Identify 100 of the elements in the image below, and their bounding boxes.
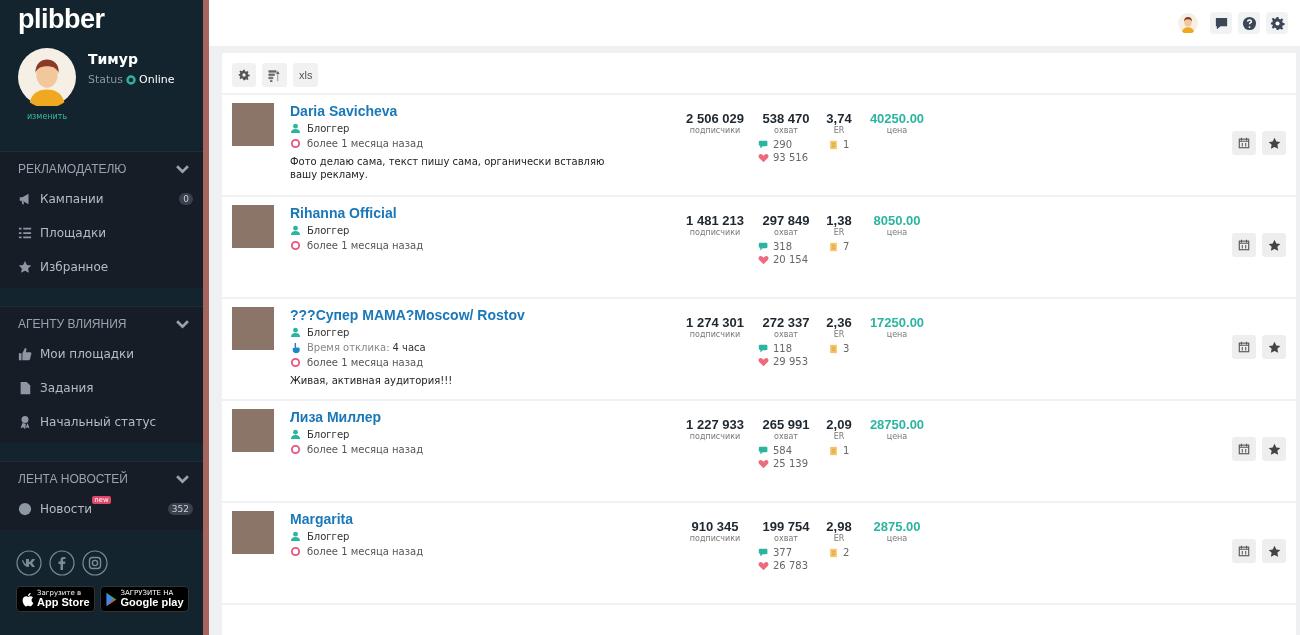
favorite-button[interactable] <box>1262 233 1286 257</box>
last-seen-text: более 1 месяца назад <box>307 444 424 455</box>
count-badge: 0 <box>179 193 193 205</box>
star-icon <box>18 260 32 274</box>
change-link[interactable]: изменить <box>26 112 68 121</box>
role-text: Блоггер <box>307 429 350 440</box>
facebook-icon[interactable] <box>49 550 75 576</box>
calendar-button[interactable] <box>1232 335 1256 359</box>
calendar-button[interactable] <box>1232 437 1256 461</box>
sort-button[interactable] <box>262 63 287 87</box>
menu-item[interactable]: Площадки <box>0 216 203 250</box>
settings-icon <box>1269 15 1285 31</box>
calendar-icon <box>1238 443 1250 455</box>
blogger-name-link[interactable]: Margarita <box>290 511 660 527</box>
person-icon <box>290 429 301 440</box>
favorite-button[interactable] <box>1262 131 1286 155</box>
stat-value: 1,38 <box>826 213 852 228</box>
blogger-name-link[interactable]: Лиза Миллер <box>290 409 660 425</box>
settings-button[interactable] <box>1266 12 1288 34</box>
likes-count: 20 154 <box>773 254 808 265</box>
comments-count: 290 <box>773 139 793 150</box>
stat-value: 2,09 <box>826 417 852 432</box>
stat-label: подписчики <box>689 432 741 441</box>
stat-value: 2875.00 <box>873 519 921 534</box>
favorite-button[interactable] <box>1262 437 1286 461</box>
online-status-icon <box>126 74 137 85</box>
stat-value: 1 274 301 <box>686 315 744 330</box>
person-icon <box>290 225 301 236</box>
stat-label: ER <box>833 228 845 237</box>
chevron-down-icon[interactable] <box>176 164 189 174</box>
stat-value: 40250.00 <box>869 111 925 126</box>
favorite-button[interactable] <box>1262 335 1286 359</box>
photo-placeholder <box>232 409 274 452</box>
stat-value: 2 506 029 <box>686 111 744 126</box>
stat-value: 265 991 <box>762 417 810 432</box>
speech-bubble-icon <box>758 241 769 252</box>
stat-label: цена <box>886 432 908 441</box>
photo-placeholder <box>232 205 274 248</box>
section-title[interactable]: ЛЕНТА НОВОСТЕЙ <box>18 472 128 486</box>
apple-icon <box>21 591 34 607</box>
response-time-label: Время отклика: <box>307 342 390 353</box>
blogger-name-link[interactable]: Rihanna Official <box>290 205 660 221</box>
stat-label: ER <box>833 330 845 339</box>
menu-item[interactable]: Начальный статус <box>0 405 203 439</box>
speech-bubble-icon <box>758 445 769 456</box>
settings-button[interactable] <box>232 63 256 87</box>
role-text: Блоггер <box>307 531 350 542</box>
chevron-down-icon[interactable] <box>176 319 189 329</box>
messages-button[interactable] <box>1210 12 1232 34</box>
stat-label: охват <box>774 432 798 441</box>
blogger-name-link[interactable]: Daria Savicheva <box>290 103 660 119</box>
person-icon <box>290 123 301 134</box>
award-icon <box>18 415 32 429</box>
export-button[interactable]: xls <box>293 63 319 87</box>
stat-label: охват <box>774 330 798 339</box>
menu-item[interactable]: Избранное <box>0 250 203 284</box>
calendar-button[interactable] <box>1232 539 1256 563</box>
menu-item[interactable]: Задания <box>0 371 203 405</box>
stat-label: цена <box>886 330 908 339</box>
section-title[interactable]: АГЕНТУ ВЛИЯНИЯ <box>18 317 127 331</box>
calendar-button[interactable] <box>1232 131 1256 155</box>
speech-bubble-icon <box>1213 15 1229 31</box>
calendar-icon <box>1238 239 1250 251</box>
user-avatar-icon[interactable] <box>18 48 76 106</box>
description-text: Фото делаю сама, текст пишу сама, органически вставляю вашу рекламу. <box>290 155 606 181</box>
heart-icon <box>758 356 769 367</box>
stat-value: 538 470 <box>762 111 810 126</box>
ring-icon <box>290 546 301 557</box>
post-icon <box>828 343 839 354</box>
stat-value: 199 754 <box>762 519 810 534</box>
chevron-down-icon[interactable] <box>176 474 189 484</box>
stat-label: охват <box>774 228 798 237</box>
stat-label: цена <box>886 534 908 543</box>
section-title[interactable]: РЕКЛАМОДАТЕЛЮ <box>18 162 127 176</box>
stat-value: 297 849 <box>762 213 810 228</box>
photo-placeholder <box>232 307 274 350</box>
count-badge: 352 <box>167 503 193 515</box>
calendar-button[interactable] <box>1232 233 1256 257</box>
play-triangle-icon <box>104 591 118 607</box>
post-icon <box>828 241 839 252</box>
star-icon <box>1267 340 1281 354</box>
logo[interactable]: plibber <box>18 4 105 34</box>
favorite-button[interactable] <box>1262 539 1286 563</box>
vk-icon[interactable] <box>16 550 42 576</box>
stat-label: подписчики <box>689 126 741 135</box>
posts-count: 1 <box>843 139 850 150</box>
stat-value: 3,74 <box>826 111 852 126</box>
star-icon <box>1267 442 1281 456</box>
photo-placeholder <box>232 103 274 146</box>
list-icon <box>18 226 32 240</box>
ring-icon <box>290 138 301 149</box>
menu-item[interactable]: Кампании 0 <box>0 182 203 216</box>
help-button[interactable] <box>1238 12 1260 34</box>
stat-value: 910 345 <box>691 519 739 534</box>
instagram-icon[interactable] <box>82 550 108 576</box>
response-time-value: 4 часа <box>392 342 426 353</box>
menu-item[interactable]: Мои площадки <box>0 337 203 371</box>
status-label: Status <box>88 73 124 86</box>
calendar-icon <box>1238 545 1250 557</box>
blogger-name-link[interactable]: ???Супер МАМА?Moscow/ Rostov <box>290 307 660 323</box>
